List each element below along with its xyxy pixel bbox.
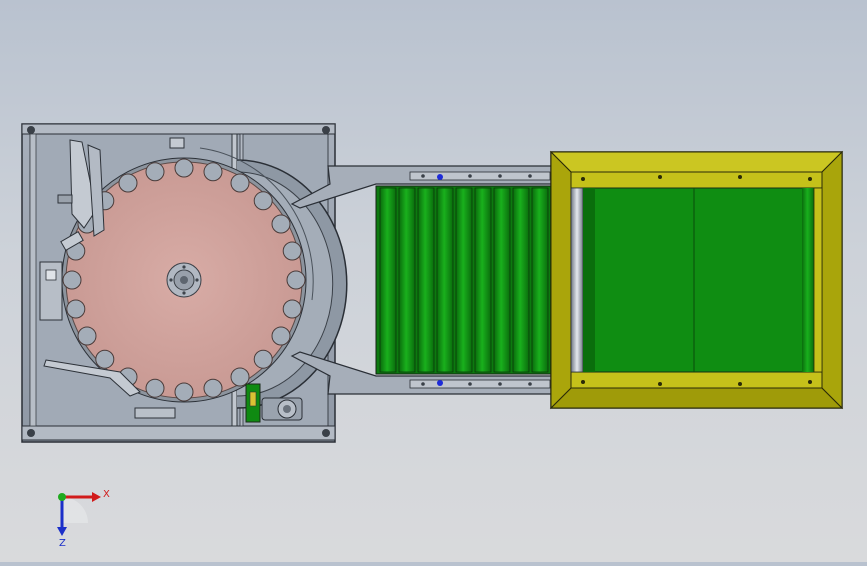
turntable-pocket bbox=[203, 378, 223, 398]
conveyor-roller bbox=[379, 187, 397, 373]
y-axis-dot bbox=[58, 493, 66, 501]
turntable-pocket bbox=[230, 367, 250, 387]
turntable-pocket bbox=[282, 299, 302, 319]
turntable-pocket bbox=[145, 378, 165, 398]
turntable-pocket bbox=[145, 162, 165, 182]
model-canvas: X Z bbox=[21, 123, 844, 549]
axis-triad: X Z bbox=[57, 489, 110, 549]
turntable-pocket bbox=[66, 299, 86, 319]
turntable-pocket bbox=[271, 214, 291, 234]
turntable-pocket bbox=[174, 158, 194, 178]
roller-conveyor bbox=[375, 185, 553, 375]
conveyor-roller bbox=[531, 187, 549, 373]
conveyor-roller bbox=[436, 187, 454, 373]
x-axis-arrow bbox=[92, 492, 101, 502]
turntable-pocket bbox=[174, 382, 194, 402]
turntable-pocket bbox=[95, 349, 115, 369]
collection-bin bbox=[549, 150, 844, 410]
conveyor-roller bbox=[417, 187, 435, 373]
conveyor-roller bbox=[398, 187, 416, 373]
conveyor-roller bbox=[512, 187, 530, 373]
conveyor-roller bbox=[455, 187, 473, 373]
turntable-pocket bbox=[271, 326, 291, 346]
conveyor-roller bbox=[493, 187, 511, 373]
turntable-pocket bbox=[286, 270, 306, 290]
turntable-pocket bbox=[230, 173, 250, 193]
turntable-pocket bbox=[253, 349, 273, 369]
turntable-pocket bbox=[118, 173, 138, 193]
turntable-pocket bbox=[282, 241, 302, 261]
turntable-pocket bbox=[253, 191, 273, 211]
conveyor-roller bbox=[474, 187, 492, 373]
cad-viewport[interactable]: X Z bbox=[0, 0, 867, 562]
z-axis-arrow bbox=[57, 527, 67, 536]
turntable-pocket bbox=[77, 326, 97, 346]
z-axis-label: Z bbox=[59, 538, 66, 549]
turntable-pocket bbox=[62, 270, 82, 290]
turntable-pocket bbox=[203, 162, 223, 182]
x-axis-label: X bbox=[103, 489, 110, 500]
